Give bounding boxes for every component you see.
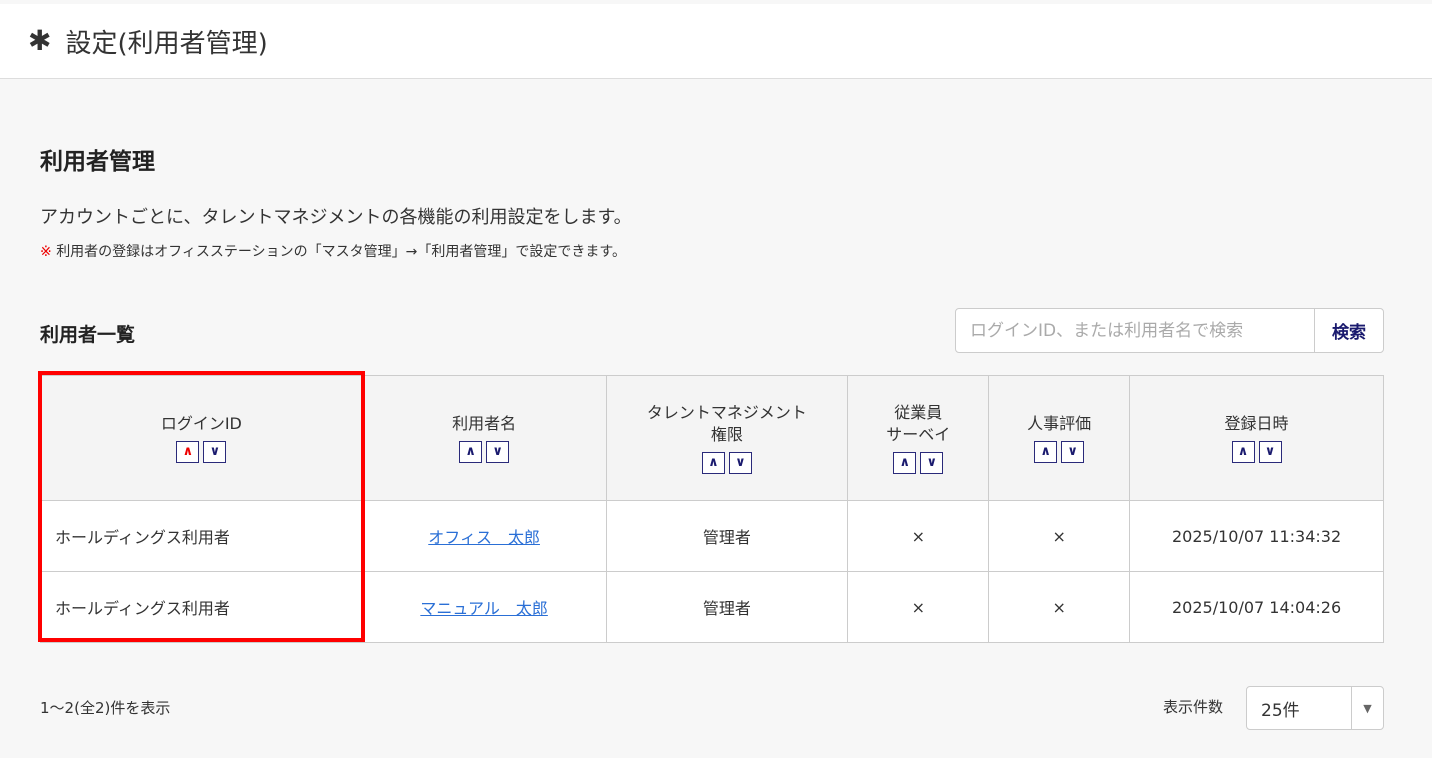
column-label: 利用者名 (452, 413, 517, 433)
gear-icon: ✱ (28, 24, 52, 57)
sort-asc-button[interactable]: ∧ (893, 452, 917, 475)
sort-desc-button[interactable]: ∨ (728, 452, 752, 475)
column-label: タレントマネジメント (646, 402, 807, 422)
column-label: 人事評価 (1027, 413, 1092, 433)
chevron-down-icon[interactable]: ▼ (1351, 687, 1383, 729)
sort-controls: ∧ ∨ (989, 441, 1129, 464)
table-cell: × (847, 571, 990, 643)
table-cell: 管理者 (605, 571, 849, 643)
column-header: 人事評価 ∧ ∨ (988, 375, 1131, 501)
page-note: ※ 利用者の登録はオフィスステーションの「マスタ管理」→「利用者管理」で設定でき… (40, 241, 626, 261)
note-mark: ※ (40, 244, 52, 260)
table-cell: × (847, 500, 990, 572)
sort-controls: ∧ ∨ (363, 441, 606, 464)
sort-controls: ∧ ∨ (848, 452, 988, 475)
search-input[interactable] (956, 309, 1314, 352)
search-box: 検索 (955, 308, 1384, 353)
sort-desc-button[interactable]: ∨ (1061, 441, 1085, 464)
per-page-select[interactable]: 25件 ▼ (1246, 686, 1384, 730)
user-name-link[interactable]: マニュアル 太郎 (420, 599, 548, 618)
sort-asc-button[interactable]: ∧ (1034, 441, 1058, 464)
note-text: 利用者の登録はオフィスステーションの「マスタ管理」→「利用者管理」で設定できます… (56, 244, 626, 260)
sort-asc-button[interactable]: ∧ (1231, 441, 1255, 464)
page-title: 利用者管理 (40, 149, 155, 175)
result-count: 1〜2(全2)件を表示 (40, 699, 171, 717)
table-cell: 2025/10/07 14:04:26 (1129, 571, 1384, 643)
table-cell: × (988, 500, 1131, 572)
column-header: 従業員サーベイ ∧ ∨ (847, 375, 990, 501)
list-title: 利用者一覧 (40, 324, 136, 346)
table-cell: 管理者 (605, 500, 849, 572)
sort-asc-button[interactable]: ∧ (701, 452, 725, 475)
column-header: タレントマネジメント 権限 ∧ ∨ (605, 375, 849, 501)
table-cell: マニュアル 太郎 (361, 571, 607, 643)
search-button[interactable]: 検索 (1314, 309, 1383, 352)
column-label: 権限 (710, 425, 743, 444)
column-label: サーベイ (886, 425, 951, 444)
per-page-label: 表示件数 (1163, 698, 1224, 716)
table-cell: × (988, 571, 1131, 643)
user-name-link[interactable]: オフィス 太郎 (428, 528, 540, 547)
sort-controls: ∧ ∨ (607, 452, 848, 475)
column-header: 登録日時 ∧ ∨ (1129, 375, 1384, 501)
header-title: 設定(利用者管理) (65, 28, 268, 59)
highlight-box (38, 371, 365, 642)
sort-desc-button[interactable]: ∨ (1258, 441, 1282, 464)
table-cell: 2025/10/07 11:34:32 (1129, 500, 1384, 572)
column-header: 利用者名 ∧ ∨ (361, 375, 607, 501)
sort-controls: ∧ ∨ (1130, 441, 1383, 464)
sort-desc-button[interactable]: ∨ (486, 441, 510, 464)
column-label: 登録日時 (1224, 413, 1289, 433)
sort-desc-button[interactable]: ∨ (920, 452, 944, 475)
sort-asc-button[interactable]: ∧ (459, 441, 483, 464)
page-header: ✱ 設定(利用者管理) (0, 4, 1432, 79)
per-page-value: 25件 (1261, 700, 1300, 721)
page-description: アカウントごとに、タレントマネジメントの各機能の利用設定をします。 (40, 207, 632, 228)
table-cell: オフィス 太郎 (361, 500, 607, 572)
column-label: 従業員 (894, 402, 943, 422)
